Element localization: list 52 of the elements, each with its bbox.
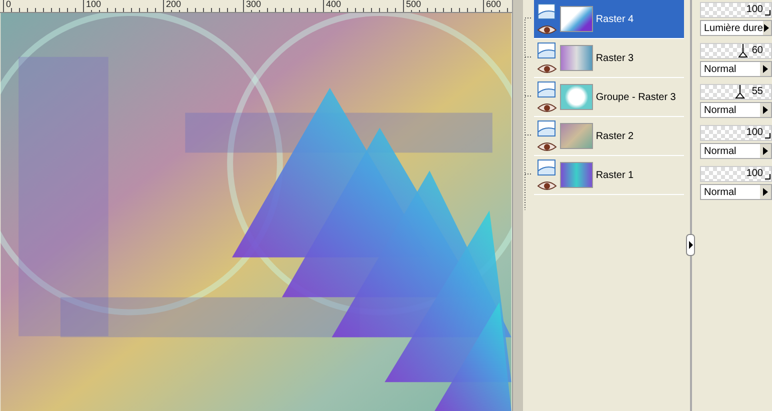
ruler-label: 0 [3,0,12,10]
eye-icon[interactable] [536,142,557,152]
layer-icon [536,159,557,177]
ruler-label: 100 [83,0,102,10]
layer-name: Raster 2 [596,130,634,142]
slider-thumb[interactable] [734,85,744,99]
blend-mode-dropdown[interactable]: Lumière dure [700,20,772,36]
layer-row[interactable]: Raster 3 [534,39,684,78]
layer-name: Raster 1 [596,170,634,180]
layer-row[interactable]: Groupe - Raster 3 [534,78,684,117]
layer-thumbnail [560,162,593,188]
blend-mode-dropdown[interactable]: Normal [700,61,772,77]
ruler-label: 300 [243,0,262,10]
layer-icon [536,120,557,138]
opacity-slider[interactable]: 100 [700,166,772,182]
slider-thumb[interactable] [765,174,771,180]
ruler-label: 600 [483,0,502,10]
opacity-slider[interactable]: 100 [700,125,772,141]
opacity-slider[interactable]: 60 [700,43,772,59]
ruler-label: 500 [403,0,422,10]
eye-icon[interactable] [536,25,557,35]
opacity-slider[interactable]: 100 [700,2,772,18]
opacity-value: 55 [752,86,763,97]
layer-row[interactable]: Raster 4 [534,0,684,39]
layer-name: Groupe - Raster 3 [596,92,676,102]
opacity-value: 60 [752,45,763,56]
layer-thumbnail [560,123,593,149]
ruler-label: 400 [323,0,342,10]
layer-icon [536,81,557,99]
layer-row[interactable]: Raster 2 [534,117,684,156]
opacity-value: 100 [746,4,763,15]
layer-icon [536,42,557,60]
slider-thumb[interactable] [738,44,748,58]
slider-thumb[interactable] [765,133,771,139]
blend-mode-dropdown[interactable]: Normal [700,143,772,159]
ruler-label: 200 [163,0,182,10]
opacity-slider[interactable]: 55 [700,84,772,100]
eye-icon[interactable] [536,103,557,113]
layer-icon [536,3,557,21]
layer-row[interactable]: Raster 1 [534,156,684,195]
eye-icon[interactable] [536,181,557,191]
layer-thumbnail [560,6,593,32]
opacity-value: 100 [746,127,763,138]
opacity-value: 100 [746,168,763,179]
layer-name: Raster 3 [596,52,634,64]
eye-icon[interactable] [536,64,557,74]
layer-name: Raster 4 [596,14,634,24]
blend-mode-dropdown[interactable]: Normal [700,102,772,118]
layer-thumbnail [560,84,593,110]
layer-thumbnail [560,45,593,71]
blend-mode-dropdown[interactable]: Normal [700,184,772,200]
slider-thumb[interactable] [765,10,771,16]
